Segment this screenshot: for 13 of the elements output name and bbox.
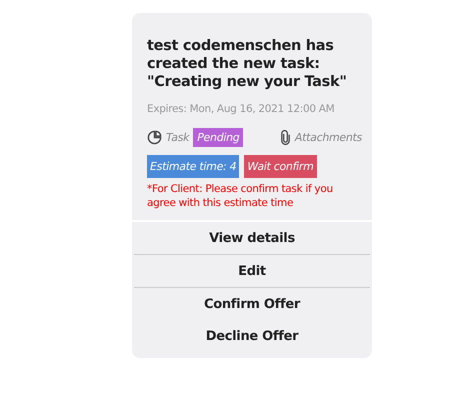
info-badge: Estimate time: 4 [147, 155, 240, 178]
action-button[interactable]: Edit [134, 255, 370, 287]
pie-chart-icon [147, 130, 162, 145]
action-button[interactable]: View details [134, 222, 370, 254]
status-badge: Pending [193, 128, 244, 147]
info-badge: Wait confirm [244, 155, 317, 178]
action-button[interactable]: Confirm Offer [134, 288, 370, 320]
task-label: Task [166, 131, 190, 144]
client-note: *For Client: Please confirm task if you agree with this estimate time [147, 182, 334, 210]
action-button[interactable]: Decline Offer [134, 320, 370, 352]
expiry-date: Expires: Mon, Aug 16, 2021 12:00 AM [147, 103, 336, 115]
paperclip-icon [280, 130, 291, 145]
notification-title: test codemenschen has created the new task: "Creating new your Task" [147, 37, 348, 91]
